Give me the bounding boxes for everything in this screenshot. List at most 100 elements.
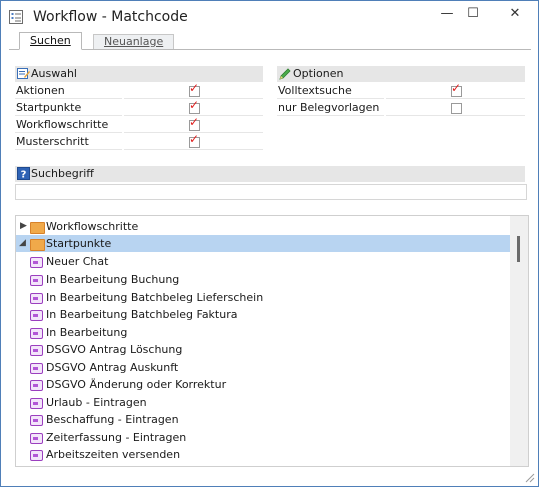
workflow-step-icon bbox=[30, 380, 43, 391]
startpunkte-checkbox[interactable]: ✓ bbox=[189, 99, 200, 114]
workflow-step-icon bbox=[30, 293, 43, 304]
tree-leaf-label: Neuer Chat bbox=[46, 255, 109, 268]
tab-neuanlage[interactable]: Neuanlage bbox=[93, 34, 175, 49]
tree-leaf[interactable]: In Bearbeitung Batchbeleg Faktura bbox=[16, 306, 510, 323]
musterschritt-checkbox[interactable]: ✓ bbox=[189, 133, 200, 148]
check-mark-icon: ✓ bbox=[189, 98, 200, 112]
check-mark-icon: ✓ bbox=[451, 81, 462, 95]
result-tree[interactable]: ▶ Workflowschritte ◢ Startpunkte Neuer C… bbox=[15, 215, 529, 467]
workflow-step-icon bbox=[30, 328, 43, 339]
row-value: ✓ bbox=[386, 82, 525, 99]
workflow-step-icon bbox=[30, 398, 43, 409]
row-label: nur Belegvorlagen bbox=[277, 100, 384, 116]
tree-node-workflowschritte[interactable]: ▶ Workflowschritte bbox=[16, 218, 510, 235]
window-title: Workflow - Matchcode bbox=[33, 9, 188, 25]
auswahl-header: Auswahl bbox=[15, 66, 263, 82]
tree-leaf-label: DSGVO Antrag Auskunft bbox=[46, 361, 179, 374]
row-label: Musterschritt bbox=[15, 134, 122, 150]
tree-leaf-label: DSGVO Antrag Löschung bbox=[46, 343, 183, 356]
check-mark-icon: ✓ bbox=[189, 115, 200, 129]
optionen-title: Optionen bbox=[293, 67, 344, 80]
tree-leaf-label: Arbeitszeiten versenden bbox=[46, 448, 181, 461]
scrollbar-thumb[interactable] bbox=[517, 236, 520, 262]
tree-leaf-label: Zeiterfassung - Eintragen bbox=[46, 431, 187, 444]
workflow-step-icon bbox=[30, 363, 43, 374]
folder-icon bbox=[30, 222, 45, 234]
edit-list-icon bbox=[17, 68, 30, 79]
workflow-step-icon bbox=[30, 345, 43, 356]
tree-leaf[interactable]: In Bearbeitung bbox=[16, 324, 510, 341]
row-label: Workflowschritte bbox=[15, 117, 122, 133]
tab-label: Neuanlage bbox=[104, 35, 164, 48]
optionen-header: Optionen bbox=[277, 66, 525, 82]
suchbegriff-input[interactable] bbox=[15, 184, 527, 200]
auswahl-title: Auswahl bbox=[31, 67, 77, 80]
workflowschritte-checkbox[interactable]: ✓ bbox=[189, 116, 200, 131]
workflow-step-icon bbox=[30, 433, 43, 444]
row-value: ✓ bbox=[124, 133, 263, 150]
collapse-arrow-icon[interactable]: ◢ bbox=[19, 235, 26, 252]
optionen-row-belegvorlagen: nur Belegvorlagen bbox=[277, 100, 525, 116]
resize-grip-icon[interactable] bbox=[523, 471, 535, 483]
pencil-icon bbox=[279, 68, 291, 80]
matchcode-window: Workflow - Matchcode — ☐ ✕ Suchen Neuanl… bbox=[0, 0, 539, 487]
workflow-step-icon bbox=[30, 257, 43, 268]
tree-leaf-label: In Bearbeitung Buchung bbox=[46, 273, 180, 286]
aktionen-checkbox[interactable]: ✓ bbox=[189, 82, 200, 97]
tab-suchen[interactable]: Suchen bbox=[19, 32, 82, 50]
window-icon bbox=[9, 10, 23, 24]
row-value bbox=[386, 100, 525, 116]
vertical-scrollbar[interactable] bbox=[510, 216, 528, 466]
belegvorlagen-checkbox[interactable] bbox=[451, 103, 462, 114]
tree-leaf[interactable]: Zeiterfassung - Eintragen bbox=[16, 429, 510, 446]
workflow-step-icon bbox=[30, 310, 43, 321]
row-value: ✓ bbox=[124, 116, 263, 133]
volltextsuche-checkbox[interactable]: ✓ bbox=[451, 82, 462, 97]
tree-node-startpunkte[interactable]: ◢ Startpunkte bbox=[16, 235, 510, 252]
tree-leaf[interactable]: DSGVO Änderung oder Korrektur bbox=[16, 376, 510, 393]
row-label: Aktionen bbox=[15, 83, 122, 99]
workflow-step-icon bbox=[30, 275, 43, 286]
workflow-step-icon bbox=[30, 450, 43, 461]
tree-leaf-label: DSGVO Änderung oder Korrektur bbox=[46, 378, 227, 391]
tab-label: Suchen bbox=[30, 34, 71, 47]
svg-text:?: ? bbox=[21, 170, 27, 181]
maximize-button[interactable]: ☐ bbox=[459, 5, 487, 23]
tree-leaf-label: Urlaub - Eintragen bbox=[46, 396, 147, 409]
auswahl-row-musterschritt: Musterschritt ✓ bbox=[15, 133, 263, 150]
row-label: Startpunkte bbox=[15, 100, 122, 116]
folder-open-icon bbox=[30, 239, 45, 251]
row-value: ✓ bbox=[124, 82, 263, 99]
tree-leaf-label: Beschaffung - Eintragen bbox=[46, 413, 179, 426]
suchbegriff-title: Suchbegriff bbox=[31, 167, 94, 180]
auswahl-row-startpunkte: Startpunkte ✓ bbox=[15, 99, 263, 116]
tree-node-label: Startpunkte bbox=[46, 237, 112, 250]
title-bar[interactable]: Workflow - Matchcode — ☐ ✕ bbox=[1, 1, 538, 33]
tree-leaf[interactable]: DSGVO Antrag Löschung bbox=[16, 341, 510, 358]
close-button[interactable]: ✕ bbox=[501, 5, 529, 23]
check-mark-icon: ✓ bbox=[189, 132, 200, 146]
tree-leaf-label: In Bearbeitung bbox=[46, 326, 128, 339]
minimize-button[interactable]: — bbox=[433, 5, 461, 23]
row-value: ✓ bbox=[124, 99, 263, 116]
tree-leaf[interactable]: Neuer Chat bbox=[16, 253, 510, 270]
workflow-step-icon bbox=[30, 415, 43, 426]
tree-leaf[interactable]: Arbeitszeiten versenden bbox=[16, 446, 510, 463]
optionen-row-volltextsuche: Volltextsuche ✓ bbox=[277, 82, 525, 99]
tree-leaf[interactable]: Beschaffung - Eintragen bbox=[16, 411, 510, 428]
tab-strip: Suchen Neuanlage bbox=[9, 31, 531, 50]
check-mark-icon: ✓ bbox=[189, 81, 200, 95]
tree-leaf[interactable]: Urlaub - Eintragen bbox=[16, 394, 510, 411]
tree-leaf-label: In Bearbeitung Batchbeleg Faktura bbox=[46, 308, 238, 321]
row-label: Volltextsuche bbox=[277, 83, 384, 99]
tree-leaf[interactable]: DSGVO Antrag Auskunft bbox=[16, 359, 510, 376]
tree-node-label: Workflowschritte bbox=[46, 220, 139, 233]
expand-arrow-icon[interactable]: ▶ bbox=[20, 218, 27, 235]
help-icon: ? bbox=[17, 167, 30, 180]
tree-leaf[interactable]: In Bearbeitung Batchbeleg Lieferschein bbox=[16, 289, 510, 306]
auswahl-row-aktionen: Aktionen ✓ bbox=[15, 82, 263, 99]
tree-leaf[interactable]: In Bearbeitung Buchung bbox=[16, 271, 510, 288]
auswahl-row-workflowschritte: Workflowschritte ✓ bbox=[15, 116, 263, 133]
suchbegriff-header: ? Suchbegriff bbox=[15, 166, 525, 182]
tree-leaf-label: In Bearbeitung Batchbeleg Lieferschein bbox=[46, 291, 264, 304]
